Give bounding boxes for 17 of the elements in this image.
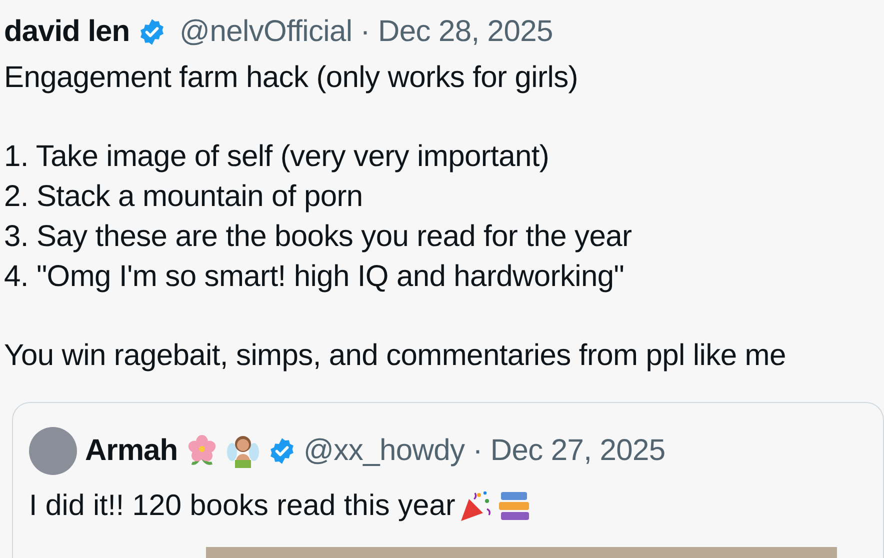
post-date[interactable]: Dec 28, 2025 xyxy=(378,14,553,50)
author-name[interactable]: david len xyxy=(4,14,130,50)
author-handle[interactable]: @nelvOfficial xyxy=(180,14,352,50)
post-text: 1. Take image of self (very very important) 2. Stack a mountain of porn 3. Say these are the books you read for the year 4. "Omg I'm so smart! high IQ and hardworking" xyxy=(4,139,633,294)
post-text: Engagement farm hack (only works for girls) xyxy=(4,60,579,96)
separator-dot: · xyxy=(360,14,370,50)
avatar[interactable] xyxy=(29,426,77,475)
author-name[interactable]: Armah xyxy=(85,432,178,469)
post-text: You win ragebait, simps, and commentaries from ppl like me xyxy=(4,338,787,374)
post-text: I did it!! 120 books read this year xyxy=(29,488,456,523)
post-date[interactable]: Dec 27, 2025 xyxy=(490,432,666,469)
flower-icon xyxy=(186,434,218,467)
party-popper-icon xyxy=(459,488,494,523)
fairy-icon xyxy=(226,434,260,468)
author-handle[interactable]: @xx_howdy xyxy=(304,432,465,469)
quoted-post-card[interactable]: Armah @xx_howdy · Dec 27, 2025 I did it!! 120 books read this year xyxy=(12,402,884,558)
separator-dot: · xyxy=(472,432,482,469)
